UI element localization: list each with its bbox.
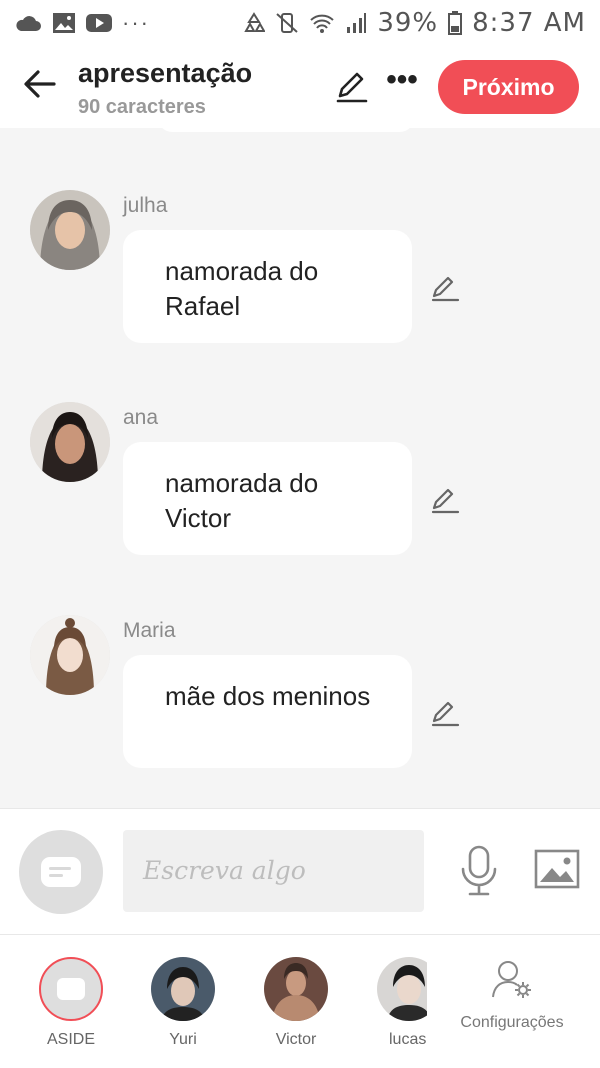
message-bubble[interactable]: mãe dos meninos <box>123 655 412 768</box>
message-bubble[interactable]: namorada do Victor <box>123 442 412 555</box>
avatar <box>377 957 427 1021</box>
edit-pencil-icon[interactable] <box>334 68 370 104</box>
character-lucas[interactable]: lucas <box>357 957 427 1049</box>
cloud-icon <box>16 16 41 31</box>
settings-button[interactable]: Configurações <box>452 959 572 1032</box>
status-more: ··· <box>122 10 150 35</box>
microphone-icon[interactable] <box>458 845 500 897</box>
next-button[interactable]: Próximo <box>438 60 579 114</box>
aside-icon <box>41 857 81 887</box>
status-left: ··· <box>14 10 150 36</box>
avatar <box>151 957 215 1021</box>
character-victor[interactable]: Victor <box>251 957 341 1049</box>
message-bubble[interactable]: namorada do Rafael <box>123 230 412 343</box>
avatar <box>264 957 328 1021</box>
edit-message-icon[interactable] <box>430 484 460 514</box>
aside-avatar <box>39 957 103 1021</box>
recycle-icon <box>244 12 266 32</box>
user-settings-icon <box>492 961 531 998</box>
back-arrow-icon[interactable] <box>20 64 60 104</box>
youtube-icon <box>86 14 112 32</box>
settings-label: Configurações <box>460 1014 564 1031</box>
avatar-julha[interactable] <box>30 190 110 270</box>
battery-icon <box>448 11 463 35</box>
status-right: 39% 8:37 AM <box>243 8 586 38</box>
character-label: ASIDE <box>46 1031 95 1048</box>
sender-name: Maria <box>123 619 176 642</box>
avatar-ana[interactable] <box>30 402 110 482</box>
image-icon <box>53 13 75 33</box>
more-options-icon[interactable]: ••• <box>384 65 420 104</box>
vibrate-mute-icon <box>276 13 298 33</box>
previous-bubble-edge <box>158 118 414 132</box>
character-bar: ASIDE Yuri Victor lucas Configurações <box>0 934 600 1068</box>
page-title: apresentação <box>78 58 253 88</box>
status-bar: ··· 39% 8:37 AM <box>0 0 600 46</box>
image-upload-icon[interactable] <box>534 849 580 889</box>
signal-icon <box>347 13 367 33</box>
sender-name: julha <box>123 194 168 217</box>
clock: 8:37 AM <box>472 8 586 38</box>
edit-message-icon[interactable] <box>430 272 460 302</box>
message-input[interactable]: Escreva algo <box>123 830 424 912</box>
edit-message-icon[interactable] <box>430 697 460 727</box>
avatar-maria[interactable] <box>30 615 110 695</box>
aside-toggle-button[interactable] <box>19 830 103 914</box>
top-bar: apresentação 90 caracteres ••• Próximo <box>0 46 600 128</box>
wifi-icon <box>310 14 335 33</box>
character-label: Victor <box>275 1031 317 1048</box>
character-aside[interactable]: ASIDE <box>26 957 116 1049</box>
character-yuri[interactable]: Yuri <box>138 957 228 1049</box>
character-count: 90 caracteres <box>78 96 206 118</box>
character-label: Yuri <box>169 1031 197 1048</box>
character-label: lucas <box>389 1031 427 1048</box>
message-composer: Escreva algo <box>0 808 600 935</box>
battery-percent: 39% <box>377 8 439 38</box>
sender-name: ana <box>123 406 159 429</box>
